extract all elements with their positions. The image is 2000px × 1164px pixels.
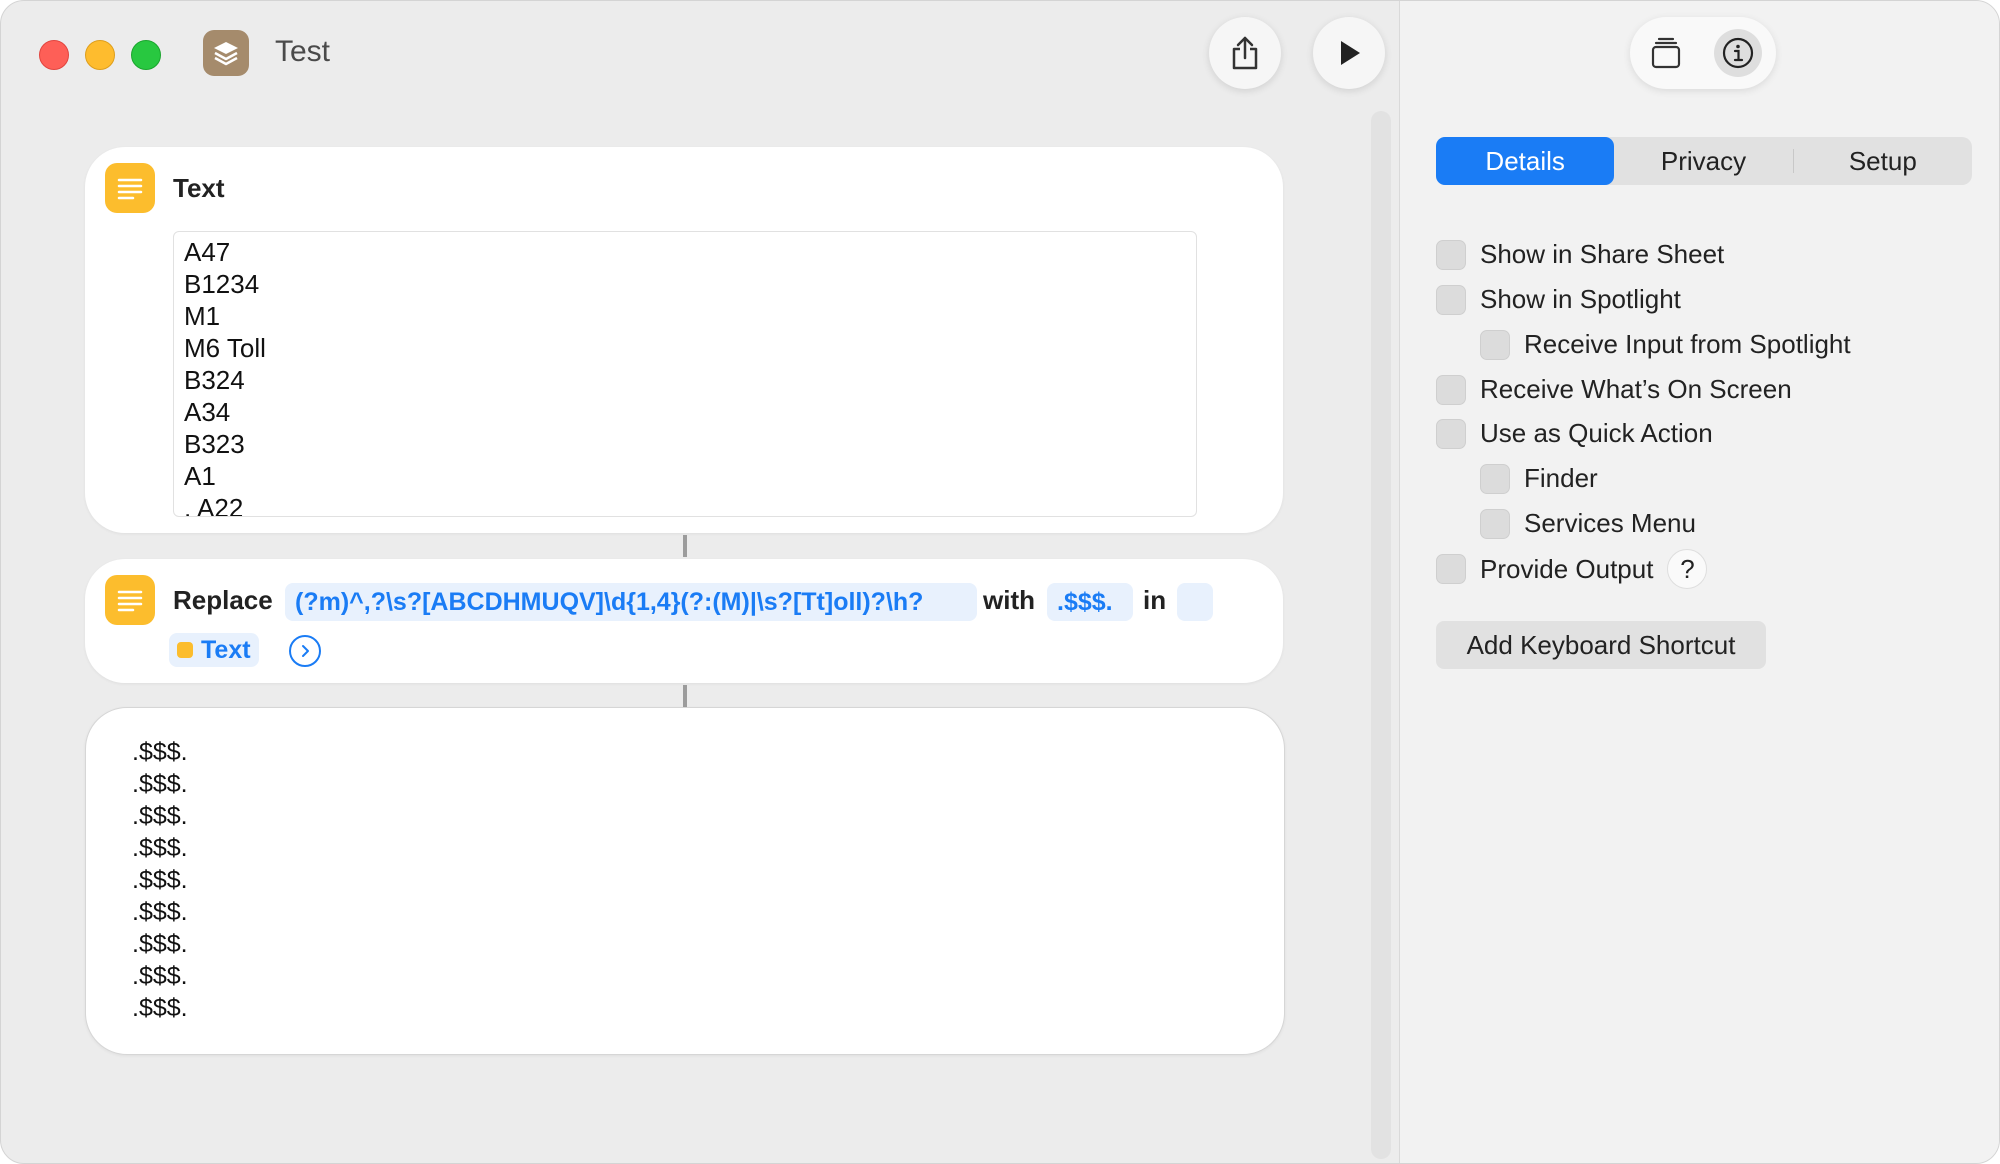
option-label: Show in Spotlight	[1480, 284, 1681, 314]
minimize-window-button[interactable]	[85, 40, 115, 70]
lines-icon	[117, 178, 143, 200]
share-icon	[1232, 36, 1258, 70]
close-window-button[interactable]	[39, 40, 69, 70]
lines-icon	[117, 590, 143, 612]
run-button[interactable]	[1313, 17, 1385, 89]
text-action-title: Text	[173, 173, 225, 203]
tab-privacy[interactable]: Privacy	[1614, 137, 1792, 185]
option-label: Finder	[1524, 463, 1598, 493]
checkbox[interactable]	[1436, 284, 1466, 315]
window-title: Test	[275, 35, 331, 68]
share-button[interactable]	[1209, 17, 1281, 89]
text-variable-chip[interactable]: Text	[169, 633, 259, 667]
result-output-card: .$$$. .$$$. .$$$. .$$$. .$$$. .$$$. .$$$…	[85, 707, 1285, 1055]
checkbox[interactable]	[1480, 508, 1510, 539]
option-label: Receive What’s On Screen	[1480, 374, 1792, 404]
text-action-card[interactable]: Text A47 B1234 M1 M6 Toll B324 A34 B323 …	[85, 147, 1283, 533]
option-show-in-share-sheet[interactable]: Show in Share Sheet	[1436, 239, 1724, 270]
result-output-text: .$$$. .$$$. .$$$. .$$$. .$$$. .$$$. .$$$…	[132, 736, 188, 1024]
shortcut-app-icon[interactable]	[203, 30, 249, 76]
option-receive-input-from-spotlight[interactable]: Receive Input from Spotlight	[1480, 329, 1851, 360]
replace-action-icon	[105, 575, 155, 625]
inspector-tabs: Details Privacy Setup	[1436, 137, 1972, 185]
inspector-panel: Details Privacy Setup Show in Share Shee…	[1399, 1, 1999, 1163]
checkbox[interactable]	[1436, 418, 1466, 449]
result-line: .$$$.	[132, 738, 188, 766]
checkbox[interactable]	[1436, 374, 1466, 405]
tab-setup[interactable]: Setup	[1794, 137, 1972, 185]
result-line: .$$$.	[132, 930, 188, 958]
option-provide-output[interactable]: Provide Output ?	[1436, 549, 1708, 589]
option-label: Services Menu	[1524, 508, 1696, 538]
result-line: .$$$.	[132, 898, 188, 926]
result-line: .$$$.	[132, 770, 188, 798]
text-line: A47	[184, 237, 231, 267]
inspector-toggle	[1630, 17, 1776, 89]
text-action-icon	[105, 163, 155, 213]
text-line: M6 Toll	[184, 333, 266, 363]
option-use-as-quick-action[interactable]: Use as Quick Action	[1436, 418, 1713, 449]
result-line: .$$$.	[132, 994, 188, 1022]
checkbox[interactable]	[1480, 463, 1510, 494]
add-keyboard-shortcut-button[interactable]: Add Keyboard Shortcut	[1436, 621, 1766, 669]
option-finder[interactable]: Finder	[1480, 463, 1598, 494]
text-variable-icon	[177, 642, 193, 658]
option-label: Show in Share Sheet	[1480, 239, 1725, 269]
result-line: .$$$.	[132, 962, 188, 990]
option-label: Use as Quick Action	[1480, 418, 1713, 448]
shortcuts-window: Test Text A47 B1234 M1 M6 Toll B324 A34 …	[0, 0, 2000, 1164]
provide-output-help-button[interactable]: ?	[1667, 549, 1708, 589]
option-services-menu[interactable]: Services Menu	[1480, 508, 1696, 539]
replacement-field[interactable]: .$$$.	[1047, 583, 1133, 621]
in-label: in	[1143, 585, 1167, 615]
text-line: B324	[184, 365, 245, 395]
text-action-input[interactable]: A47 B1234 M1 M6 Toll B324 A34 B323 A1 , …	[173, 231, 1197, 517]
with-label: with	[983, 585, 1035, 615]
action-connector	[683, 535, 687, 557]
text-variable-label: Text	[201, 635, 251, 664]
layers-icon	[214, 42, 238, 66]
editor-scrollbar[interactable]	[1371, 111, 1391, 1159]
tab-details[interactable]: Details	[1436, 137, 1615, 185]
result-line: .$$$.	[132, 802, 188, 830]
option-label: Provide Output	[1480, 553, 1654, 584]
library-button[interactable]	[1644, 31, 1688, 75]
checkbox[interactable]	[1480, 329, 1510, 360]
info-icon	[1722, 37, 1754, 69]
text-line: B323	[184, 429, 245, 459]
empty-input-field[interactable]	[1177, 583, 1213, 621]
text-line: , A22	[184, 493, 244, 517]
text-line: B1234	[184, 269, 260, 299]
replace-action-title: Replace	[173, 585, 273, 615]
replace-action-card[interactable]: Replace (?m)^,?\s?[ABCDHMUQV]\d{1,4}(?:(…	[85, 559, 1283, 683]
option-show-in-spotlight[interactable]: Show in Spotlight	[1436, 284, 1681, 315]
info-button[interactable]	[1714, 29, 1762, 77]
option-label: Receive Input from Spotlight	[1524, 329, 1851, 359]
chevron-right-icon	[302, 645, 309, 657]
pattern-field[interactable]: (?m)^,?\s?[ABCDHMUQV]\d{1,4}(?:(M)|\s?[T…	[285, 583, 977, 621]
expand-options-button[interactable]	[289, 635, 321, 667]
result-line: .$$$.	[132, 834, 188, 862]
text-line: A34	[184, 397, 231, 427]
text-line: M1	[184, 301, 221, 331]
option-receive-whats-on-screen[interactable]: Receive What’s On Screen	[1436, 374, 1792, 405]
zoom-window-button[interactable]	[131, 40, 161, 70]
checkbox[interactable]	[1436, 554, 1466, 584]
library-icon	[1651, 37, 1681, 69]
result-line: .$$$.	[132, 866, 188, 894]
checkbox[interactable]	[1436, 239, 1466, 270]
action-connector	[683, 685, 687, 707]
play-icon	[1341, 41, 1360, 65]
text-line: A1	[184, 461, 216, 491]
